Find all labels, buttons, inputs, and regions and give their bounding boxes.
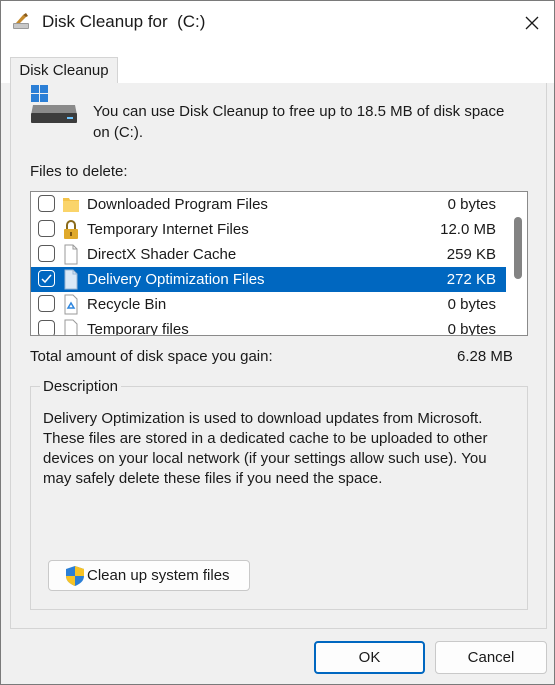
disk-cleanup-window: Disk Cleanup for (C:) Disk Cleanup You c… [0,0,555,685]
total-space-value: 6.28 MB [457,348,513,365]
window-title: Disk Cleanup for (C:) [42,12,206,31]
list-item[interactable]: DirectX Shader Cache 259 KB [31,242,506,267]
file-name: Temporary Internet Files [87,221,249,238]
checkbox[interactable] [38,195,55,212]
uac-shield-icon [64,565,86,587]
file-icon [62,244,80,265]
file-size: 0 bytes [447,321,496,336]
list-item-selected[interactable]: Delivery Optimization Files 272 KB [31,267,506,292]
tab-disk-cleanup[interactable]: Disk Cleanup [10,57,118,84]
list-item[interactable]: Temporary files 0 bytes [31,317,506,336]
checkbox[interactable] [38,245,55,262]
scrollbar-thumb[interactable] [514,217,522,279]
file-icon [62,319,80,335]
file-name: Delivery Optimization Files [87,271,265,288]
disk-cleanup-app-icon [12,12,32,32]
tab-panel: You can use Disk Cleanup to free up to 1… [10,83,547,629]
checkbox[interactable] [38,220,55,237]
checkbox[interactable] [38,320,55,335]
file-name: Temporary files [87,321,189,336]
list-item[interactable]: Recycle Bin 0 bytes [31,292,506,317]
file-size: 272 KB [446,271,496,288]
file-name: Recycle Bin [87,296,167,313]
close-icon[interactable] [510,1,554,45]
recycle-bin-icon [62,294,80,315]
total-space-label: Total amount of disk space you gain: [30,348,273,365]
intro-text: You can use Disk Cleanup to free up to 1… [93,103,505,141]
list-item[interactable]: Temporary Internet Files 12.0 MB [31,217,506,242]
lock-icon [62,219,80,240]
file-size: 259 KB [446,246,496,263]
checkbox-checked[interactable] [38,270,55,287]
ok-button[interactable]: OK [314,641,425,674]
description-text: Delivery Optimization is used to downloa… [43,410,488,487]
hard-drive-icon [31,85,79,127]
description-legend: Description [40,378,122,395]
list-item[interactable]: Downloaded Program Files 0 bytes [31,192,506,217]
file-name: Downloaded Program Files [87,196,268,213]
file-size: 0 bytes [447,296,496,313]
cancel-button[interactable]: Cancel [435,641,547,674]
title-bar: Disk Cleanup for (C:) [1,1,554,45]
checkbox[interactable] [38,295,55,312]
files-listbox[interactable]: Downloaded Program Files 0 bytes Tempora… [30,191,528,336]
file-size: 0 bytes [447,196,496,213]
clean-up-system-files-label: Clean up system files [87,567,230,584]
file-name: DirectX Shader Cache [87,246,237,263]
vertical-scrollbar[interactable] [507,192,527,335]
tab-strip: Disk Cleanup [1,45,554,84]
file-icon [62,269,80,290]
files-to-delete-label: Files to delete: [30,163,128,180]
description-group: Description Delivery Optimization is use… [30,378,528,610]
file-size: 12.0 MB [440,221,496,238]
folder-icon [62,194,80,215]
clean-up-system-files-button[interactable]: Clean up system files [48,560,250,591]
